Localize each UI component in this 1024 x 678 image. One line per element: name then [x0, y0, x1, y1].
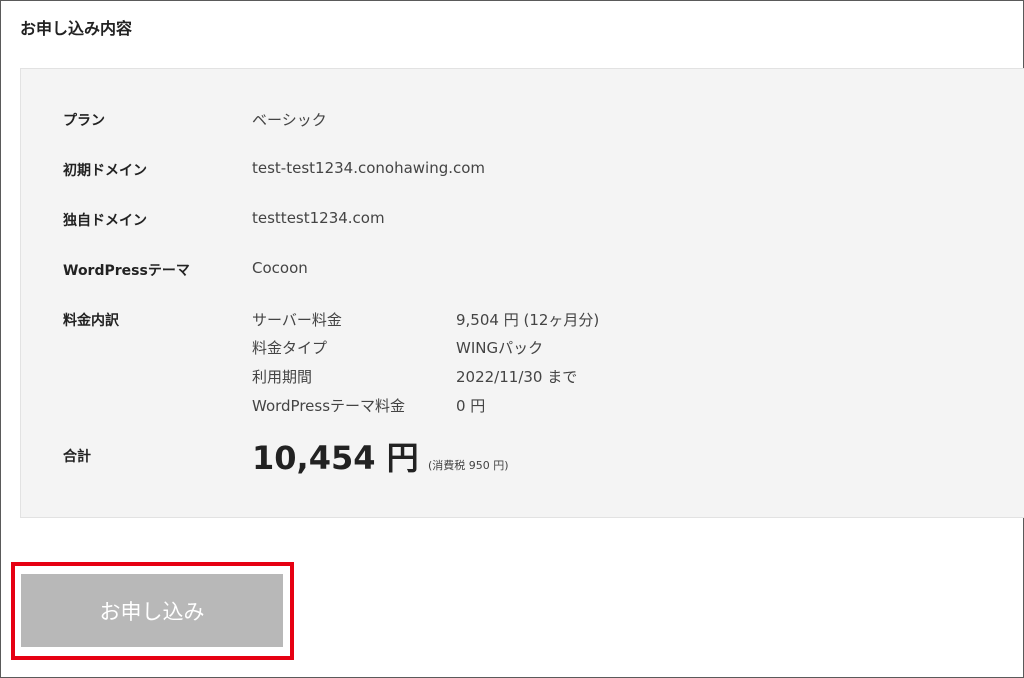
- breakdown-item-name: 料金タイプ: [252, 339, 328, 357]
- total-amount: 10,454 円: [252, 439, 419, 477]
- plan-label: プラン: [63, 113, 105, 129]
- breakdown-item-value: WINGパック: [456, 339, 544, 357]
- wp-theme-label: WordPressテーマ: [63, 263, 190, 279]
- breakdown-item-name: WordPressテーマ料金: [252, 397, 406, 415]
- total-label: 合計: [63, 449, 91, 465]
- wp-theme-value: Cocoon: [252, 259, 308, 277]
- breakdown-item-value: 9,504 円 (12ヶ月分): [456, 311, 600, 329]
- custom-domain-label: 独自ドメイン: [63, 213, 147, 229]
- apply-button[interactable]: お申し込み: [21, 574, 283, 647]
- order-summary-panel: プラン ベーシック 初期ドメイン test-test1234.conohawin…: [20, 68, 1024, 518]
- tax-note: (消費税 950 円): [428, 459, 509, 472]
- breakdown-item-name: サーバー料金: [252, 311, 342, 329]
- breakdown-item-value: 2022/11/30 まで: [456, 368, 578, 386]
- breakdown-item-value: 0 円: [456, 397, 486, 415]
- plan-value: ベーシック: [252, 111, 327, 129]
- custom-domain-value: testtest1234.com: [252, 209, 385, 227]
- initial-domain-label: 初期ドメイン: [63, 163, 147, 179]
- breakdown-item-name: 利用期間: [252, 368, 313, 386]
- window-frame: お申し込み内容 プラン ベーシック 初期ドメイン test-test1234.c…: [0, 0, 1024, 678]
- breakdown-label: 料金内訳: [63, 313, 119, 329]
- initial-domain-value: test-test1234.conohawing.com: [252, 159, 486, 177]
- section-title: お申し込み内容: [20, 19, 133, 38]
